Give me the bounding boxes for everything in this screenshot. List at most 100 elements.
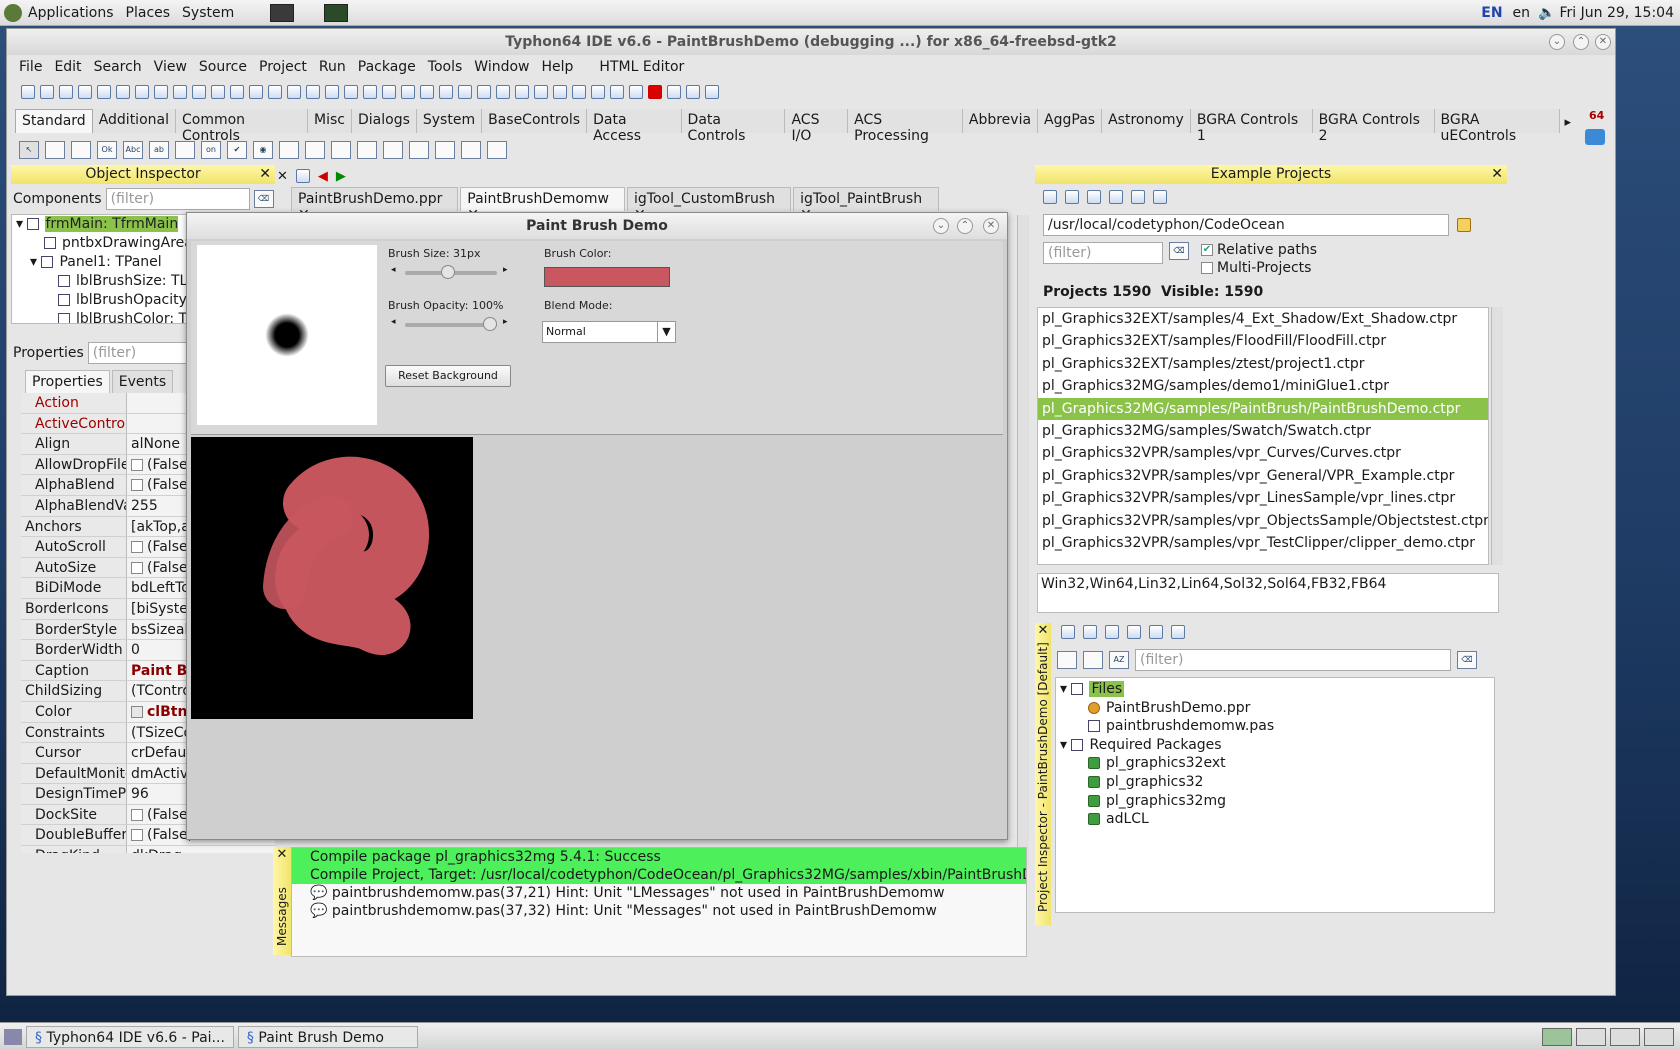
checkbox[interactable] (131, 808, 143, 821)
new-form-icon[interactable] (40, 85, 54, 99)
blend-mode-select[interactable]: Normal ▼ (542, 321, 676, 343)
find-replace-icon[interactable] (97, 85, 111, 99)
checkbox[interactable] (131, 541, 143, 554)
project-list-item[interactable]: pl_Graphics32VPR/samples/vpr_LinesSample… (1038, 487, 1488, 509)
tab-acs-processing[interactable]: ACS Processing (848, 109, 963, 144)
menu-file[interactable]: File (13, 59, 48, 75)
tab-bgra-controls-2[interactable]: BGRA Controls 2 (1312, 109, 1435, 144)
tab-data-controls[interactable]: Data Controls (681, 109, 786, 144)
settings-icon[interactable] (515, 85, 529, 99)
tab-abbrevia[interactable]: Abbrevia (962, 109, 1039, 133)
copy-project-icon[interactable] (1087, 190, 1101, 204)
project-list-item[interactable]: pl_Graphics32VPR/samples/vpr_Curves/Curv… (1038, 442, 1488, 464)
new-file-icon[interactable] (21, 85, 35, 99)
close-icon[interactable]: ✕ (259, 165, 271, 184)
step-over-icon[interactable] (686, 85, 700, 99)
search-icon[interactable] (78, 85, 92, 99)
menu-view[interactable]: View (148, 59, 193, 75)
clear-filter-icon[interactable]: ⌫ (253, 190, 274, 208)
system-monitor-icon[interactable] (324, 3, 349, 22)
file-item[interactable]: paintbrushdemomw.pas (1056, 717, 1494, 736)
package-compile-icon[interactable] (1149, 625, 1163, 639)
clear-filter-icon[interactable]: ⌫ (1169, 242, 1189, 260)
debug-icon[interactable] (572, 85, 586, 99)
tab-standard[interactable]: Standard (15, 109, 93, 133)
menu-run[interactable]: Run (313, 59, 352, 75)
editor-scrollbar[interactable] (1017, 215, 1029, 865)
folder-icon[interactable] (1131, 190, 1145, 204)
message-row[interactable]: Compile Project, Target: /usr/local/code… (292, 866, 1026, 884)
package-new-icon[interactable] (211, 85, 225, 99)
project-list-item[interactable]: pl_Graphics32VPR/samples/vpr_General/VPR… (1038, 465, 1488, 487)
tgroupbox-icon[interactable] (357, 141, 377, 159)
message-row[interactable]: 💬 paintbrushdemomw.pas(37,32) Hint: Unit… (292, 902, 1026, 920)
menu-project[interactable]: Project (253, 59, 313, 75)
tab-dialogs[interactable]: Dialogs (351, 109, 417, 133)
package-open-icon[interactable] (1127, 625, 1141, 639)
close-icon[interactable]: ✕ (277, 169, 288, 184)
options-icon[interactable] (1105, 625, 1119, 639)
tab-properties[interactable]: Properties (25, 370, 110, 394)
relative-paths-checkbox[interactable]: ✔ Relative paths (1201, 242, 1317, 258)
jump-to-icon[interactable] (295, 169, 310, 183)
tab-aggpas[interactable]: AggPas (1038, 109, 1103, 133)
brush-size-slider[interactable]: ◂ ▸ (391, 265, 511, 281)
projects-list-scrollbar[interactable] (1491, 307, 1503, 565)
package-item[interactable]: pl_graphics32 (1056, 773, 1494, 792)
maximize-icon[interactable]: ⌃ (957, 218, 973, 234)
project-list-item[interactable]: pl_Graphics32MG/samples/PaintBrush/Paint… (1038, 397, 1488, 420)
search-icon[interactable] (1153, 190, 1167, 204)
brush-size-knob[interactable] (440, 265, 455, 279)
checkbox[interactable] (131, 829, 143, 842)
task-typhon-ide[interactable]: § Typhon64 IDE v6.6 - Pai... (26, 1025, 234, 1048)
tab-acs-io[interactable]: ACS I/O (785, 109, 849, 144)
menu-html-editor[interactable]: HTML Editor (593, 59, 690, 75)
open-project-icon[interactable] (1065, 190, 1079, 204)
open-icon[interactable] (230, 85, 244, 99)
multi-projects-checkbox[interactable]: Multi-Projects (1201, 260, 1317, 276)
brush-color-swatch[interactable] (544, 267, 670, 287)
package-compile-icon[interactable] (173, 85, 187, 99)
slider-right-arrow-icon[interactable]: ▸ (503, 265, 508, 275)
drawing-area[interactable] (191, 437, 473, 719)
tab-events[interactable]: Events (111, 370, 174, 394)
display-icon[interactable] (534, 85, 548, 99)
remove-icon[interactable] (1083, 625, 1097, 639)
tradiogroup-icon[interactable] (383, 141, 403, 159)
maximize-icon[interactable]: ⌃ (1573, 34, 1589, 50)
project-list-item[interactable]: pl_Graphics32EXT/samples/FloodFill/Flood… (1038, 330, 1488, 352)
drawing-canvas[interactable] (191, 437, 473, 719)
package-item[interactable]: adLCL (1056, 810, 1494, 829)
show-desktop-icon[interactable] (4, 1028, 22, 1045)
sort-alpha-icon[interactable]: AZ (1109, 651, 1129, 669)
keyboard-layout[interactable]: EN (1475, 5, 1508, 21)
target-os-icon[interactable] (496, 85, 510, 99)
package-open-icon[interactable] (154, 85, 168, 99)
project-options-icon[interactable] (306, 85, 320, 99)
slider-left-arrow-icon[interactable]: ◂ (391, 317, 396, 327)
save-all-icon[interactable] (268, 85, 282, 99)
tscrollbar-icon[interactable] (331, 141, 351, 159)
tpopupmenu-icon[interactable] (71, 141, 91, 159)
step-out-icon[interactable] (705, 85, 719, 99)
workspace-switcher-1[interactable] (1542, 1027, 1572, 1046)
message-row[interactable]: 💬 paintbrushdemomw.pas(37,21) Hint: Unit… (292, 884, 1026, 902)
workspace-switcher-2[interactable] (1576, 1027, 1606, 1046)
tbutton-icon[interactable]: Ok (97, 141, 117, 159)
menu-edit[interactable]: Edit (48, 59, 87, 75)
find-in-files-icon[interactable] (116, 85, 130, 99)
build-icon[interactable] (420, 85, 434, 99)
tab-bgra-uecontrols[interactable]: BGRA uEControls (1434, 109, 1561, 144)
ttogglebox-icon[interactable]: on (201, 141, 221, 159)
projects-filter-input[interactable]: (filter) (1043, 242, 1163, 264)
task-paint-brush-demo[interactable]: § Paint Brush Demo (237, 1025, 418, 1048)
close-icon[interactable]: ✕ (1595, 34, 1611, 50)
tab-data-access[interactable]: Data Access (587, 109, 682, 144)
forms-list-icon[interactable] (382, 85, 396, 99)
gnome-foot-icon[interactable] (4, 3, 22, 22)
tab-bgra-controls-1[interactable]: BGRA Controls 1 (1190, 109, 1313, 144)
close-icon[interactable]: ✕ (273, 847, 291, 862)
new-unit-icon[interactable] (59, 85, 73, 99)
menu-help[interactable]: Help (536, 59, 580, 75)
project-list-item[interactable]: pl_Graphics32EXT/samples/4_Ext_Shadow/Ex… (1038, 308, 1488, 330)
